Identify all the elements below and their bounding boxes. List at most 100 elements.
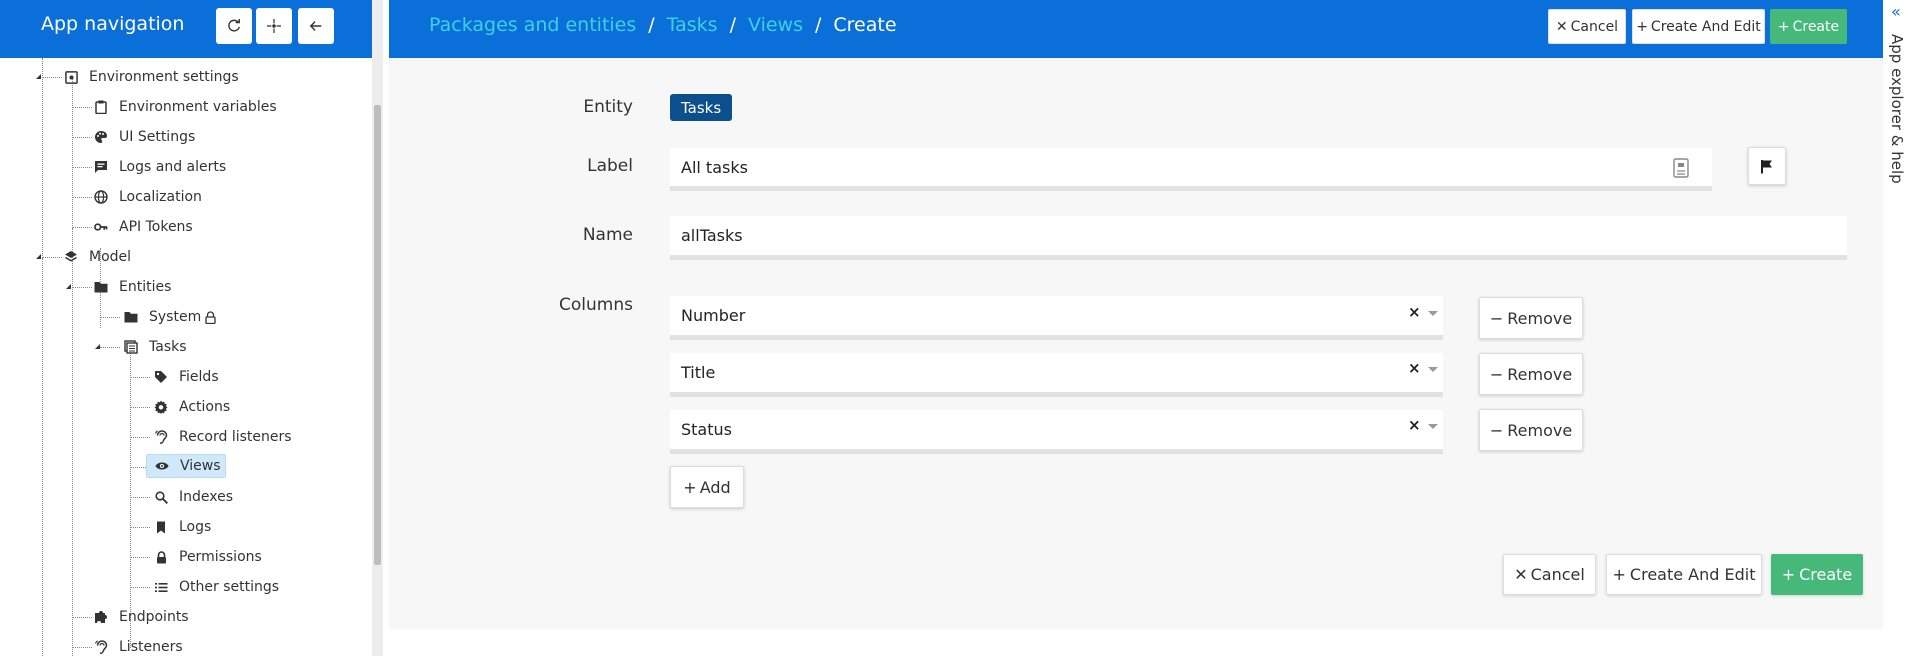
tree-item-fields[interactable]: Fields	[154, 365, 223, 389]
message-alert-icon	[94, 160, 108, 174]
breadcrumb-separator: /	[648, 14, 655, 36]
plus-icon: +	[1636, 18, 1648, 35]
sidebar-title: App navigation	[41, 13, 185, 35]
entity-badge: Tasks	[670, 94, 733, 121]
app-navigation-sidebar: App navigation Environment settings Envi…	[0, 0, 383, 656]
locate-button[interactable]	[256, 8, 292, 44]
tree-item-localization[interactable]: Localization	[94, 185, 206, 209]
tree-item-logs[interactable]: Logs	[154, 515, 215, 539]
tree-item-label: Logs and alerts	[119, 159, 227, 175]
refresh-button[interactable]	[216, 8, 252, 44]
tree-item-label: Model	[89, 249, 132, 265]
plus-icon: +	[683, 477, 697, 497]
remove-column-button[interactable]: − Remove	[1479, 409, 1583, 451]
footer-cancel-button[interactable]: ✕ Cancel	[1503, 554, 1596, 595]
sidebar-scrollbar-thumb[interactable]	[374, 105, 381, 565]
label-input[interactable]: All tasks	[670, 148, 1712, 191]
column-select-title[interactable]: Title	[670, 353, 1443, 397]
tree-item-endpoints[interactable]: Endpoints	[94, 605, 193, 629]
key-icon	[94, 220, 108, 234]
navigation-tree: Environment settings Environment variabl…	[0, 58, 372, 656]
footer-create-and-edit-button[interactable]: + Create And Edit	[1606, 554, 1762, 595]
tree-item-api-tokens[interactable]: API Tokens	[94, 215, 197, 239]
tree-item-system[interactable]: System	[124, 305, 220, 329]
create-view-form	[389, 58, 1883, 629]
tree-item-label: UI Settings	[119, 129, 196, 145]
breadcrumb-packages-and-entities[interactable]: Packages and entities	[429, 14, 636, 36]
tree-item-environment-settings[interactable]: Environment settings	[64, 65, 243, 89]
plus-icon: +	[1777, 18, 1790, 35]
list-icon	[154, 580, 168, 594]
tree-item-tasks[interactable]: Tasks	[124, 335, 191, 359]
label-field-label: Label	[587, 156, 633, 176]
breadcrumb-tasks[interactable]: Tasks	[667, 14, 718, 36]
translate-book-icon[interactable]	[1673, 158, 1689, 182]
breadcrumb-views[interactable]: Views	[748, 14, 803, 36]
tree-item-entities[interactable]: Entities	[94, 275, 175, 299]
crosshair-icon	[267, 19, 281, 33]
remove-column-button[interactable]: − Remove	[1479, 353, 1583, 395]
tree-item-environment-variables[interactable]: Environment variables	[94, 95, 281, 119]
arrow-left-icon	[309, 21, 322, 31]
ear-icon	[154, 430, 168, 444]
tree-item-label: Entities	[119, 279, 172, 295]
minus-icon: −	[1489, 364, 1504, 384]
tree-item-logs-and-alerts[interactable]: Logs and alerts	[94, 155, 230, 179]
collapse-toggle-icon[interactable]	[36, 74, 41, 79]
globe-icon	[94, 190, 108, 204]
search-icon	[154, 490, 168, 504]
remove-column-button[interactable]: − Remove	[1479, 297, 1583, 339]
column-select-status[interactable]: Status	[670, 410, 1443, 454]
lock-icon	[205, 310, 216, 324]
tree-item-label: Fields	[179, 369, 219, 385]
header-cancel-button[interactable]: ✕ Cancel	[1548, 9, 1626, 44]
clear-selection-icon[interactable]: ×	[1408, 359, 1421, 377]
add-column-button[interactable]: + Add	[670, 466, 744, 508]
stacked-table-icon	[124, 340, 138, 354]
clear-selection-icon[interactable]: ×	[1408, 416, 1421, 434]
footer-create-button[interactable]: + Create	[1771, 554, 1863, 595]
column-select-number[interactable]: Number	[670, 296, 1443, 340]
refresh-icon	[228, 19, 240, 32]
tree-item-label: Actions	[179, 399, 231, 415]
tree-item-listeners[interactable]: Listeners	[94, 635, 187, 656]
name-field-label: Name	[582, 225, 633, 245]
clear-selection-icon[interactable]: ×	[1408, 303, 1421, 321]
tree-item-model[interactable]: Model	[64, 245, 135, 269]
tree-item-actions[interactable]: Actions	[154, 395, 234, 419]
flag-button[interactable]	[1748, 147, 1786, 185]
header-create-button[interactable]: + Create	[1770, 9, 1847, 44]
tree-item-indexes[interactable]: Indexes	[154, 485, 237, 509]
name-input[interactable]: allTasks	[670, 216, 1847, 260]
form-bottom-area	[389, 629, 1883, 656]
chevron-down-icon[interactable]	[1428, 424, 1438, 429]
collapse-toggle-icon[interactable]	[36, 254, 41, 259]
chevron-down-icon[interactable]	[1428, 367, 1438, 372]
cog-icon	[154, 400, 168, 414]
collapse-toggle-icon[interactable]	[95, 344, 100, 349]
app-explorer-help-toggle[interactable]: App explorer & help	[1888, 34, 1906, 184]
tree-item-label: Record listeners	[179, 429, 292, 445]
folder-icon	[124, 310, 138, 324]
tree-item-label: Environment settings	[89, 69, 239, 85]
double-chevron-left-icon[interactable]: «	[1891, 2, 1901, 21]
chevron-down-icon[interactable]	[1428, 311, 1438, 316]
tree-item-label: System	[149, 309, 202, 325]
tree-item-label: Listeners	[119, 639, 183, 655]
sidebar-header: App navigation	[0, 0, 372, 58]
back-button[interactable]	[298, 8, 334, 44]
tree-item-views[interactable]: Views	[146, 454, 226, 478]
header-create-and-edit-button[interactable]: + Create And Edit	[1632, 9, 1765, 44]
tree-item-permissions[interactable]: Permissions	[154, 545, 266, 569]
tree-item-label: Logs	[179, 519, 212, 535]
minus-icon: −	[1489, 308, 1504, 328]
layers-icon	[64, 250, 78, 264]
tree-item-ui-settings[interactable]: UI Settings	[94, 125, 199, 149]
columns-label: Columns	[559, 295, 633, 315]
tree-item-label: Tasks	[149, 339, 187, 355]
collapse-toggle-icon[interactable]	[66, 284, 71, 289]
tree-item-other-settings[interactable]: Other settings	[154, 575, 283, 599]
tree-item-label: Endpoints	[119, 609, 189, 625]
tree-item-record-listeners[interactable]: Record listeners	[154, 425, 296, 449]
plus-icon: +	[1612, 565, 1626, 584]
